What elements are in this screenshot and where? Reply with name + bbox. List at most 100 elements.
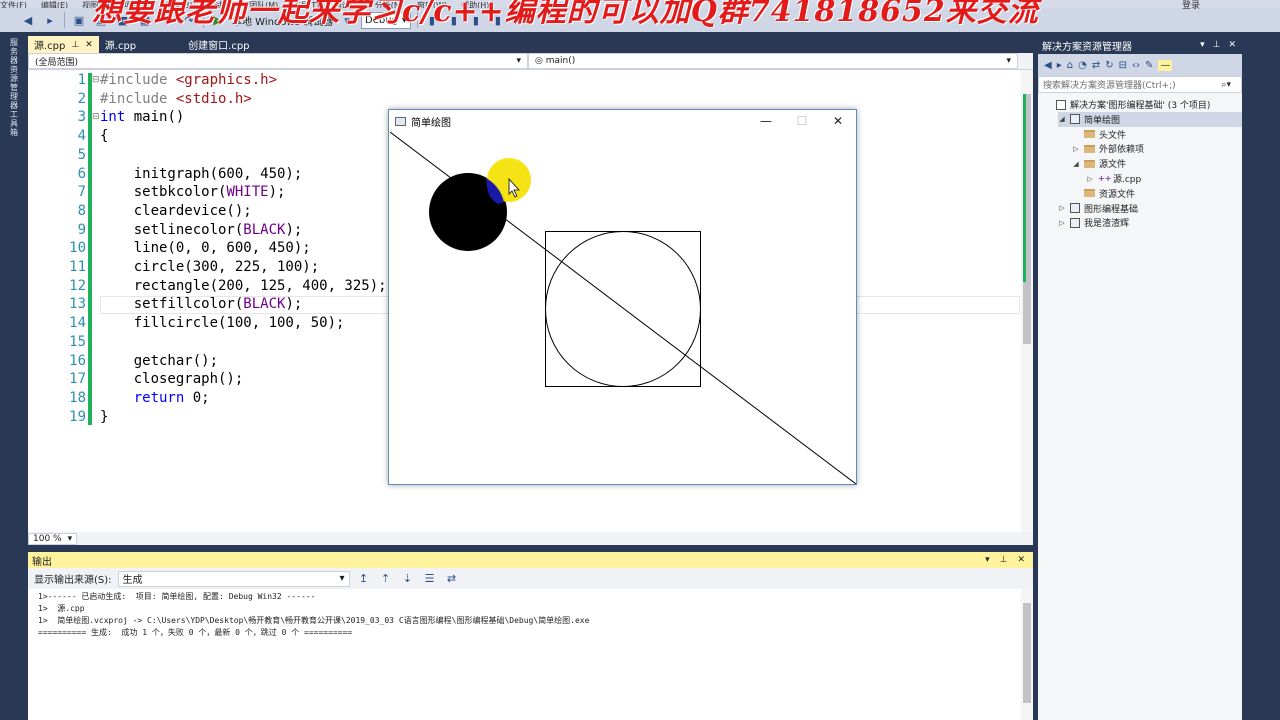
tree-item[interactable]: ◢ 简单绘图 xyxy=(1058,111,1242,127)
prev-message-icon[interactable]: ⇡ xyxy=(378,571,394,587)
code-line: { xyxy=(100,128,109,145)
line-number: 12 xyxy=(69,277,86,294)
line-number: 8 xyxy=(77,202,86,219)
folder-icon xyxy=(1084,144,1095,153)
output-vertical-scrollbar[interactable] xyxy=(1021,589,1033,720)
output-text-area[interactable]: 1>------ 已启动生成: 项目: 简单绘图, 配置: Debug Win3… xyxy=(28,589,1033,720)
code-line: fillcircle(100, 100, 50); xyxy=(100,315,345,332)
sync-icon[interactable]: ⇄ xyxy=(1092,60,1100,71)
solution-explorer-search-input[interactable]: 搜索解决方案资源管理器(Ctrl+;) ⌕▾ xyxy=(1038,76,1242,93)
fold-toggle-icon[interactable]: ⊟ xyxy=(92,112,100,122)
tree-item[interactable]: 解决方案'图形编程基础' (3 个项目) xyxy=(1044,97,1210,112)
expand-arrow-icon[interactable]: ◢ xyxy=(1072,160,1080,168)
chevron-down-icon[interactable]: ▾ xyxy=(985,555,990,565)
line-number: 7 xyxy=(77,184,86,201)
word-wrap-icon[interactable]: ⇄ xyxy=(444,571,460,587)
search-placeholder: 搜索解决方案资源管理器(Ctrl+;) xyxy=(1043,81,1176,91)
fold-toggle-icon[interactable]: ⊟ xyxy=(92,75,100,85)
code-line: int main() xyxy=(100,109,185,126)
scope-value: (全局范围) xyxy=(35,57,79,68)
tree-item-label: 头文件 xyxy=(1099,130,1127,141)
tree-item[interactable]: 头文件 xyxy=(1072,127,1126,142)
folder-icon xyxy=(1084,130,1095,139)
forward-icon[interactable]: ▸ xyxy=(1057,60,1062,71)
properties-icon[interactable]: ✎ xyxy=(1145,60,1153,71)
new-project-icon[interactable]: ▣ xyxy=(71,12,87,28)
tree-item[interactable]: 资源文件 xyxy=(1072,186,1135,201)
back-icon[interactable]: ◀ xyxy=(1044,60,1052,71)
login-link[interactable]: 登录 xyxy=(1182,0,1200,11)
output-panel-header: 输出 ▾ ⊥ ✕ xyxy=(28,552,1033,568)
drawn-circle xyxy=(545,231,701,387)
next-message-icon[interactable]: ⇣ xyxy=(400,571,416,587)
solution-explorer-header: 解决方案资源管理器 ▾ ⊥ ✕ xyxy=(1038,36,1242,54)
expand-arrow-icon[interactable]: ▷ xyxy=(1072,145,1080,153)
expand-arrow-icon[interactable]: ▷ xyxy=(1058,219,1066,227)
editor-tab[interactable]: 源.cpp ⊥ ✕ xyxy=(28,36,99,53)
folder-icon xyxy=(1084,159,1095,168)
preview-icon[interactable]: — xyxy=(1158,59,1173,71)
tree-item-label: 图形编程基础 xyxy=(1084,204,1139,215)
toolbar-separator xyxy=(64,12,65,28)
right-tool-strip xyxy=(1242,32,1280,720)
editor-status-bar: 100 % ▾ xyxy=(28,532,1033,545)
zoom-value: 100 % xyxy=(33,533,62,544)
tree-item-label: 资源文件 xyxy=(1099,189,1136,200)
graphics-window[interactable]: 简单绘图 — ☐ ✕ xyxy=(388,109,857,485)
pin-icon[interactable]: ⊥ xyxy=(1000,555,1008,565)
switch-views-icon[interactable]: ◔ xyxy=(1078,60,1087,71)
output-source-select[interactable]: 生成 ▾ xyxy=(117,570,350,587)
folder-icon xyxy=(1084,189,1095,198)
editor-vertical-scrollbar[interactable] xyxy=(1021,70,1033,532)
close-icon[interactable]: ✕ xyxy=(1228,40,1236,50)
editor-tab[interactable]: 源.cpp xyxy=(99,36,142,53)
zoom-select[interactable]: 100 % ▾ xyxy=(28,532,78,545)
expand-arrow-icon[interactable]: ▷ xyxy=(1058,204,1066,212)
server-explorer-toolbox-tab[interactable]: 服务器资源管理器 工具箱 xyxy=(10,38,20,137)
scrollbar-change-mark xyxy=(1023,94,1026,282)
line-number: 11 xyxy=(69,259,86,275)
close-icon[interactable]: ✕ xyxy=(85,40,93,50)
find-message-icon[interactable]: ↥ xyxy=(356,571,372,587)
code-line: getchar(); xyxy=(100,352,219,369)
output-line: 1> 简单绘图.vcxproj -> C:\Users\YDP\Desktop\… xyxy=(38,616,590,625)
line-number: 14 xyxy=(69,315,86,332)
pin-icon[interactable]: ⊥ xyxy=(1213,40,1221,50)
back-icon[interactable]: ◀ xyxy=(20,12,36,28)
tree-item[interactable]: ▷ 我是渣渣辉 xyxy=(1058,215,1129,230)
graphics-window-titlebar[interactable]: 简单绘图 — ☐ ✕ xyxy=(389,110,856,132)
clear-all-icon[interactable]: ☰ xyxy=(422,571,438,587)
expand-arrow-icon[interactable]: ▷ xyxy=(1086,175,1094,183)
code-line: setfillcolor(BLACK); xyxy=(100,296,303,313)
tree-item-label: 源文件 xyxy=(1099,160,1127,171)
code-view-icon[interactable]: ‹› xyxy=(1132,60,1140,71)
search-icon[interactable]: ⌕▾ xyxy=(1221,80,1241,90)
line-number: 10 xyxy=(69,240,86,257)
line-number: 16 xyxy=(69,352,86,369)
tree-item[interactable]: ▷ 外部依赖项 xyxy=(1072,141,1144,156)
home-icon[interactable]: ⌂ xyxy=(1067,60,1073,71)
chevron-down-icon[interactable]: ▾ xyxy=(1200,40,1205,50)
tree-item[interactable]: ▷ ++ 源.cpp xyxy=(1086,171,1141,186)
scope-select[interactable]: (全局范围) ▾ xyxy=(28,53,528,69)
tree-item-label: 外部依赖项 xyxy=(1099,145,1145,156)
member-select[interactable]: ◎ main() ▾ xyxy=(528,53,1018,69)
forward-icon[interactable]: ▸ xyxy=(42,12,58,28)
close-icon[interactable]: ✕ xyxy=(1017,555,1025,565)
maximize-button[interactable]: ☐ xyxy=(784,114,820,128)
tree-item[interactable]: ▷ 图形编程基础 xyxy=(1058,201,1138,216)
menu-item[interactable]: 文件(F) xyxy=(0,1,27,8)
editor-tab[interactable]: 创建窗口.cpp xyxy=(182,36,255,53)
line-number: 3 xyxy=(77,109,86,126)
output-title: 输出 xyxy=(32,556,52,568)
scrollbar-thumb[interactable] xyxy=(1023,603,1031,703)
refresh-icon[interactable]: ↻ xyxy=(1105,60,1113,71)
close-button[interactable]: ✕ xyxy=(820,114,856,128)
pin-icon[interactable]: ⊥ xyxy=(71,40,79,50)
tree-item[interactable]: ◢ 源文件 xyxy=(1072,156,1126,171)
expand-arrow-icon[interactable]: ◢ xyxy=(1058,115,1066,123)
minimize-button[interactable]: — xyxy=(748,114,784,128)
menu-item[interactable]: 编辑(E) xyxy=(41,1,68,8)
window-app-icon xyxy=(395,116,406,126)
collapse-all-icon[interactable]: ⊟ xyxy=(1119,60,1127,71)
